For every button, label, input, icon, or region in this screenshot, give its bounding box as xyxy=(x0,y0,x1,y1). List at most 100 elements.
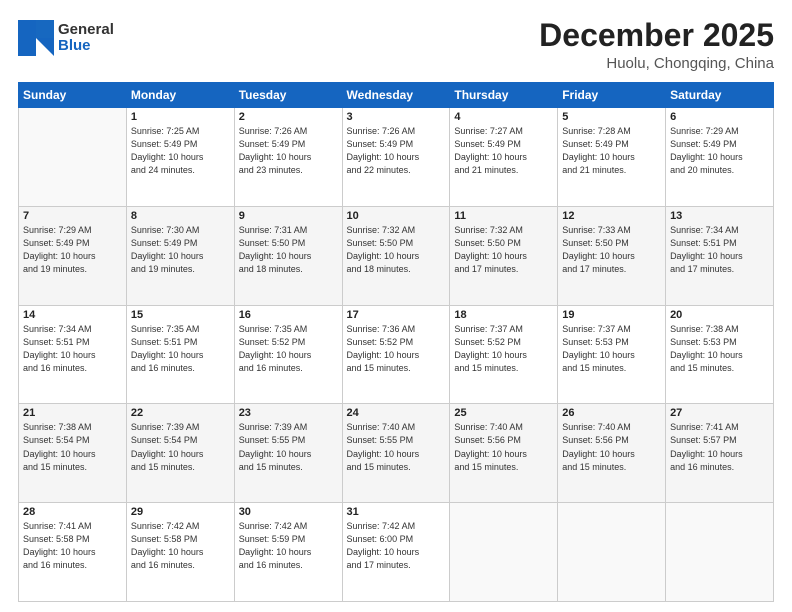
calendar-cell: 8 Sunrise: 7:30 AM Sunset: 5:49 PM Daylig… xyxy=(126,206,234,305)
calendar-cell: 19Sunrise: 7:37 AM Sunset: 5:53 PM Dayli… xyxy=(558,305,666,404)
calendar-cell: 28 Sunrise: 7:41 AM Sunset: 5:58 PM Dayli… xyxy=(19,503,127,602)
calendar-cell: 13 Sunrise: 7:34 AM Sunset: 5:51 PM Dayli… xyxy=(666,206,774,305)
day-number: 7 xyxy=(23,210,122,222)
day-number: 30 xyxy=(239,506,338,518)
day-number: 10 xyxy=(347,210,446,222)
day-number: 4 xyxy=(454,111,553,123)
day-info: Sunrise: 7:27 AM Sunset: 5:49 PM Dayligh… xyxy=(454,125,553,177)
calendar-cell: 3 Sunrise: 7:26 AM Sunset: 5:49 PM Daylig… xyxy=(342,108,450,207)
day-header-monday: Monday xyxy=(126,83,234,108)
day-info: Sunrise: 7:42 AM Sunset: 5:58 PM Dayligh… xyxy=(131,520,230,572)
day-number: 22 xyxy=(131,407,230,419)
calendar-cell: 20 Sunrise: 7:38 AM Sunset: 5:53 PM Dayli… xyxy=(666,305,774,404)
calendar-cell: 9 Sunrise: 7:31 AM Sunset: 5:50 PM Daylig… xyxy=(234,206,342,305)
calendar-cell: 23 Sunrise: 7:39 AM Sunset: 5:55 PM Dayli… xyxy=(234,404,342,503)
day-number: 25 xyxy=(454,407,553,419)
day-info: Sunrise: 7:34 AM Sunset: 5:51 PM Dayligh… xyxy=(23,323,122,375)
day-number: 29 xyxy=(131,506,230,518)
day-number: 20 xyxy=(670,309,769,321)
day-number: 23 xyxy=(239,407,338,419)
calendar-cell xyxy=(666,503,774,602)
day-info: Sunrise: 7:36 AM Sunset: 5:52 PM Dayligh… xyxy=(347,323,446,375)
calendar-cell: 29 Sunrise: 7:42 AM Sunset: 5:58 PM Dayli… xyxy=(126,503,234,602)
day-info: Sunrise: 7:39 AM Sunset: 5:55 PM Dayligh… xyxy=(239,421,338,473)
calendar-cell: 26 Sunrise: 7:40 AM Sunset: 5:56 PM Dayli… xyxy=(558,404,666,503)
logo-container: General Blue xyxy=(18,20,114,56)
calendar-week-1: 7 Sunrise: 7:29 AM Sunset: 5:49 PM Daylig… xyxy=(19,206,774,305)
day-info: Sunrise: 7:42 AM Sunset: 5:59 PM Dayligh… xyxy=(239,520,338,572)
day-info: Sunrise: 7:29 AM Sunset: 5:49 PM Dayligh… xyxy=(23,224,122,276)
calendar-cell: 16 Sunrise: 7:35 AM Sunset: 5:52 PM Dayli… xyxy=(234,305,342,404)
day-number: 11 xyxy=(454,210,553,222)
day-info: Sunrise: 7:40 AM Sunset: 5:56 PM Dayligh… xyxy=(562,421,661,473)
day-number: 1 xyxy=(131,111,230,123)
day-info: Sunrise: 7:37 AM Sunset: 5:52 PM Dayligh… xyxy=(454,323,553,375)
title-block: December 2025 Huolu, Chongqing, China xyxy=(539,18,774,72)
day-number: 9 xyxy=(239,210,338,222)
day-number: 12 xyxy=(562,210,661,222)
day-info: Sunrise: 7:40 AM Sunset: 5:55 PM Dayligh… xyxy=(347,421,446,473)
day-number: 31 xyxy=(347,506,446,518)
header: General Blue December 2025 Huolu, Chongq… xyxy=(18,18,774,72)
calendar-table: SundayMondayTuesdayWednesdayThursdayFrid… xyxy=(18,82,774,602)
day-info: Sunrise: 7:42 AM Sunset: 6:00 PM Dayligh… xyxy=(347,520,446,572)
day-number: 13 xyxy=(670,210,769,222)
logo-emblem xyxy=(18,20,54,56)
day-number: 3 xyxy=(347,111,446,123)
day-header-wednesday: Wednesday xyxy=(342,83,450,108)
day-info: Sunrise: 7:26 AM Sunset: 5:49 PM Dayligh… xyxy=(347,125,446,177)
day-info: Sunrise: 7:30 AM Sunset: 5:49 PM Dayligh… xyxy=(131,224,230,276)
calendar-cell: 5Sunrise: 7:28 AM Sunset: 5:49 PM Daylig… xyxy=(558,108,666,207)
calendar-week-2: 14 Sunrise: 7:34 AM Sunset: 5:51 PM Dayli… xyxy=(19,305,774,404)
day-header-sunday: Sunday xyxy=(19,83,127,108)
day-info: Sunrise: 7:25 AM Sunset: 5:49 PM Dayligh… xyxy=(131,125,230,177)
day-number: 14 xyxy=(23,309,122,321)
day-header-friday: Friday xyxy=(558,83,666,108)
day-number: 28 xyxy=(23,506,122,518)
day-info: Sunrise: 7:32 AM Sunset: 5:50 PM Dayligh… xyxy=(347,224,446,276)
day-info: Sunrise: 7:26 AM Sunset: 5:49 PM Dayligh… xyxy=(239,125,338,177)
day-header-tuesday: Tuesday xyxy=(234,83,342,108)
calendar-cell: 11 Sunrise: 7:32 AM Sunset: 5:50 PM Dayli… xyxy=(450,206,558,305)
calendar-cell: 7 Sunrise: 7:29 AM Sunset: 5:49 PM Daylig… xyxy=(19,206,127,305)
day-info: Sunrise: 7:41 AM Sunset: 5:57 PM Dayligh… xyxy=(670,421,769,473)
logo-general: General xyxy=(58,22,114,39)
calendar-cell: 2 Sunrise: 7:26 AM Sunset: 5:49 PM Daylig… xyxy=(234,108,342,207)
day-number: 8 xyxy=(131,210,230,222)
calendar-week-0: 1 Sunrise: 7:25 AM Sunset: 5:49 PM Daylig… xyxy=(19,108,774,207)
calendar-cell: 27 Sunrise: 7:41 AM Sunset: 5:57 PM Dayli… xyxy=(666,404,774,503)
page: General Blue December 2025 Huolu, Chongq… xyxy=(0,0,792,612)
calendar-cell xyxy=(19,108,127,207)
day-number: 2 xyxy=(239,111,338,123)
day-number: 26 xyxy=(562,407,661,419)
calendar-cell: 12Sunrise: 7:33 AM Sunset: 5:50 PM Dayli… xyxy=(558,206,666,305)
day-info: Sunrise: 7:41 AM Sunset: 5:58 PM Dayligh… xyxy=(23,520,122,572)
calendar-cell: 17Sunrise: 7:36 AM Sunset: 5:52 PM Dayli… xyxy=(342,305,450,404)
day-info: Sunrise: 7:39 AM Sunset: 5:54 PM Dayligh… xyxy=(131,421,230,473)
day-info: Sunrise: 7:32 AM Sunset: 5:50 PM Dayligh… xyxy=(454,224,553,276)
calendar-cell: 15Sunrise: 7:35 AM Sunset: 5:51 PM Dayli… xyxy=(126,305,234,404)
calendar-cell: 4 Sunrise: 7:27 AM Sunset: 5:49 PM Daylig… xyxy=(450,108,558,207)
day-number: 21 xyxy=(23,407,122,419)
location-subtitle: Huolu, Chongqing, China xyxy=(539,55,774,72)
logo-blue: Blue xyxy=(58,38,114,55)
month-title: December 2025 xyxy=(539,18,774,53)
day-info: Sunrise: 7:29 AM Sunset: 5:49 PM Dayligh… xyxy=(670,125,769,177)
day-number: 5 xyxy=(562,111,661,123)
day-number: 6 xyxy=(670,111,769,123)
calendar-cell: 21Sunrise: 7:38 AM Sunset: 5:54 PM Dayli… xyxy=(19,404,127,503)
day-number: 19 xyxy=(562,309,661,321)
day-info: Sunrise: 7:31 AM Sunset: 5:50 PM Dayligh… xyxy=(239,224,338,276)
calendar-week-3: 21Sunrise: 7:38 AM Sunset: 5:54 PM Dayli… xyxy=(19,404,774,503)
day-info: Sunrise: 7:40 AM Sunset: 5:56 PM Dayligh… xyxy=(454,421,553,473)
day-number: 15 xyxy=(131,309,230,321)
logo-text-block: General Blue xyxy=(58,22,114,55)
day-info: Sunrise: 7:38 AM Sunset: 5:53 PM Dayligh… xyxy=(670,323,769,375)
day-info: Sunrise: 7:35 AM Sunset: 5:52 PM Dayligh… xyxy=(239,323,338,375)
day-number: 16 xyxy=(239,309,338,321)
calendar-cell: 31 Sunrise: 7:42 AM Sunset: 6:00 PM Dayli… xyxy=(342,503,450,602)
day-number: 24 xyxy=(347,407,446,419)
day-info: Sunrise: 7:34 AM Sunset: 5:51 PM Dayligh… xyxy=(670,224,769,276)
day-header-thursday: Thursday xyxy=(450,83,558,108)
day-number: 27 xyxy=(670,407,769,419)
